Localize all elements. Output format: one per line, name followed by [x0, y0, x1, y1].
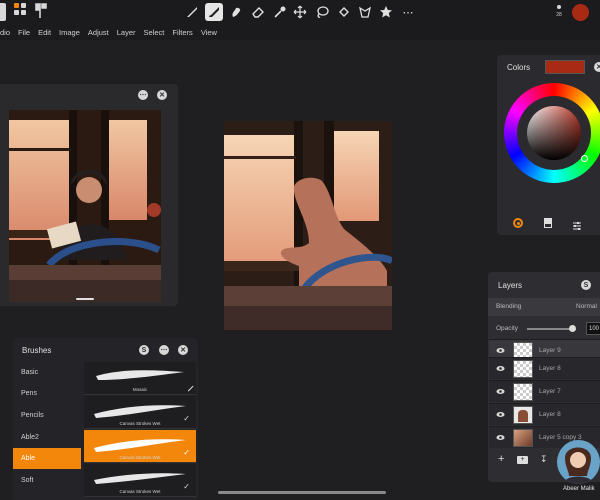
color-saturation-square[interactable]: [527, 106, 581, 160]
opacity-value[interactable]: 100: [586, 322, 600, 335]
brush-size-indicator[interactable]: 28: [553, 3, 565, 23]
color-palette-icon[interactable]: [544, 218, 552, 228]
add-layer-icon[interactable]: +: [498, 453, 504, 465]
reference-image: [9, 110, 161, 302]
layer-name: Layer 9: [539, 347, 561, 354]
watermark-name: Abeer Malik: [563, 486, 595, 492]
more-icon[interactable]: ⋯: [399, 3, 417, 21]
brush-stroke-name: Mosaic: [132, 387, 148, 392]
eyedropper-icon[interactable]: [271, 3, 289, 21]
visibility-eye-icon[interactable]: [496, 364, 505, 373]
layer-row[interactable]: Layer 7: [489, 380, 600, 402]
brush-stroke-item[interactable]: Canvas Strokes Wet ✓: [84, 464, 196, 497]
current-color-swatch[interactable]: [572, 4, 589, 21]
menu-item-view[interactable]: View: [201, 28, 217, 37]
menu-item-image[interactable]: Image: [59, 28, 80, 37]
color-sliders-icon[interactable]: [572, 218, 582, 230]
brush-stroke-item[interactable]: Canvas Strokes Wet ✓: [84, 396, 196, 429]
visibility-eye-icon[interactable]: [496, 433, 505, 442]
pin-brush-icon[interactable]: [34, 3, 48, 19]
color-picker-handle[interactable]: [581, 155, 588, 162]
layer-name: Layer 8: [539, 365, 561, 372]
checked-icon: ✓: [183, 414, 190, 423]
blending-value[interactable]: Normal: [576, 303, 597, 310]
menu-bar: dio File Edit Image Adjust Layer Select …: [0, 24, 600, 40]
reference-resize-handle[interactable]: [76, 298, 94, 300]
opacity-slider-handle[interactable]: [569, 325, 576, 332]
star-icon[interactable]: [377, 3, 395, 21]
top-toolbar: ⋯ 28: [0, 0, 600, 24]
reference-close-icon[interactable]: ✕: [157, 90, 167, 100]
reference-panel: ⋯ ✕: [0, 84, 178, 306]
colors-panel: Colors ✕: [497, 55, 600, 235]
layer-thumbnail: [513, 360, 533, 378]
add-group-icon[interactable]: +: [517, 456, 528, 464]
lasso-icon[interactable]: [313, 3, 331, 21]
layers-s-icon[interactable]: S: [581, 280, 591, 290]
layer-name: Layer 8: [539, 411, 561, 418]
colors-close-icon[interactable]: ✕: [594, 62, 600, 72]
paintbrush-icon[interactable]: [205, 3, 223, 21]
color-wheel-mode-icon[interactable]: [513, 218, 523, 228]
smudge-icon[interactable]: [227, 3, 245, 21]
visibility-eye-icon[interactable]: [496, 387, 505, 396]
menu-item-file[interactable]: File: [18, 28, 30, 37]
brush-stroke-name: Canvas Strokes Wet: [119, 489, 161, 494]
checked-icon: ✓: [183, 448, 190, 457]
menu-item-app[interactable]: dio: [0, 28, 10, 37]
colors-title: Colors: [507, 63, 531, 72]
eraser-icon[interactable]: [249, 3, 267, 21]
reference-more-icon[interactable]: ⋯: [138, 90, 148, 100]
brushes-close-icon[interactable]: ✕: [178, 345, 188, 355]
visibility-eye-icon[interactable]: [496, 410, 505, 419]
brush-category-soft[interactable]: Soft: [13, 470, 81, 491]
visibility-eye-icon[interactable]: [496, 346, 505, 355]
brush-category-basic[interactable]: Basic: [13, 362, 81, 383]
brush-category-pens[interactable]: Pens: [13, 383, 81, 404]
menu-item-select[interactable]: Select: [144, 28, 165, 37]
main-canvas[interactable]: [224, 121, 392, 330]
move-icon[interactable]: [291, 3, 309, 21]
layer-thumbnail: [513, 406, 533, 424]
opacity-slider[interactable]: [527, 328, 572, 330]
colors-swatch[interactable]: [545, 60, 585, 74]
brush-category-able2[interactable]: Able2: [13, 427, 81, 448]
menu-item-edit[interactable]: Edit: [38, 28, 51, 37]
checked-icon: ✓: [183, 482, 190, 491]
brush-stroke-item-selected[interactable]: Canvas Strokes Wet ✓: [84, 430, 196, 463]
brush-stroke-item[interactable]: Mosaic: [84, 362, 196, 395]
layer-row[interactable]: Layer 8: [489, 357, 600, 379]
brush-stroke-name: Canvas Strokes Wet: [119, 421, 161, 426]
layer-row[interactable]: Layer 8: [489, 403, 600, 425]
home-indicator: [218, 491, 386, 494]
fill-icon[interactable]: [335, 3, 353, 21]
brush-stroke-name: Canvas Strokes Wet: [119, 455, 161, 460]
brushes-more-icon[interactable]: ⋯: [159, 345, 169, 355]
blending-label: Blending: [496, 303, 522, 310]
brushes-panel: Brushes S ⋯ ✕ Basic Pens Pencils Able2 A…: [13, 338, 198, 500]
layers-title: Layers: [498, 281, 523, 290]
opacity-label: Opacity: [496, 325, 519, 332]
transform-icon[interactable]: [356, 3, 374, 21]
brush-size-value: 28: [556, 12, 562, 18]
menu-item-filters[interactable]: Filters: [172, 28, 192, 37]
avatar: [557, 440, 600, 484]
menu-item-adjust[interactable]: Adjust: [88, 28, 109, 37]
apps-icon[interactable]: [14, 3, 26, 15]
sidebar-toggle-icon[interactable]: [0, 3, 6, 21]
blending-row[interactable]: Blending Normal: [488, 298, 600, 316]
opacity-row: Opacity 100: [488, 320, 600, 338]
brush-category-able[interactable]: Able: [13, 448, 81, 469]
brushes-title: Brushes: [22, 346, 52, 355]
brush-category-pencils[interactable]: Pencils: [13, 405, 81, 426]
layer-thumbnail: [513, 383, 533, 401]
layer-name: Layer 7: [539, 388, 561, 395]
brushes-s-icon[interactable]: S: [139, 345, 149, 355]
merge-down-icon[interactable]: ↧: [540, 454, 548, 465]
brush-icon[interactable]: [183, 3, 201, 21]
menu-item-layer[interactable]: Layer: [117, 28, 136, 37]
layer-thumbnail: [513, 429, 533, 447]
